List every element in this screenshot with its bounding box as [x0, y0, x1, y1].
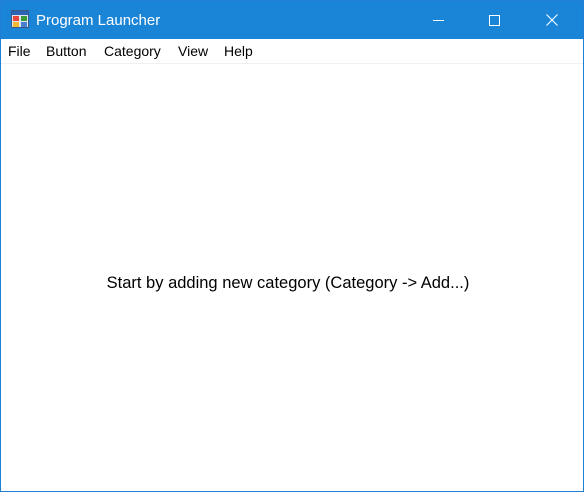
main-content-area: Start by adding new category (Category -… [1, 64, 583, 491]
menu-bar: File Button Category View Help [1, 39, 583, 64]
program-launcher-app-icon[interactable] [11, 10, 29, 28]
program-launcher-window: Program Launcher File Button Category Vi… [0, 0, 584, 492]
maximize-button[interactable] [471, 1, 517, 39]
minimize-button[interactable] [415, 1, 461, 39]
menu-help[interactable]: Help [224, 43, 253, 59]
close-button[interactable] [529, 1, 575, 39]
menu-category[interactable]: Category [104, 43, 161, 59]
menu-view[interactable]: View [178, 43, 208, 59]
title-bar[interactable]: Program Launcher [1, 1, 583, 39]
maximize-icon [488, 14, 500, 26]
minimize-icon [432, 15, 444, 26]
menu-file[interactable]: File [8, 43, 31, 59]
menu-button[interactable]: Button [46, 43, 86, 59]
window-title: Program Launcher [36, 12, 161, 29]
close-icon [546, 14, 558, 26]
empty-state-hint: Start by adding new category (Category -… [106, 274, 470, 292]
